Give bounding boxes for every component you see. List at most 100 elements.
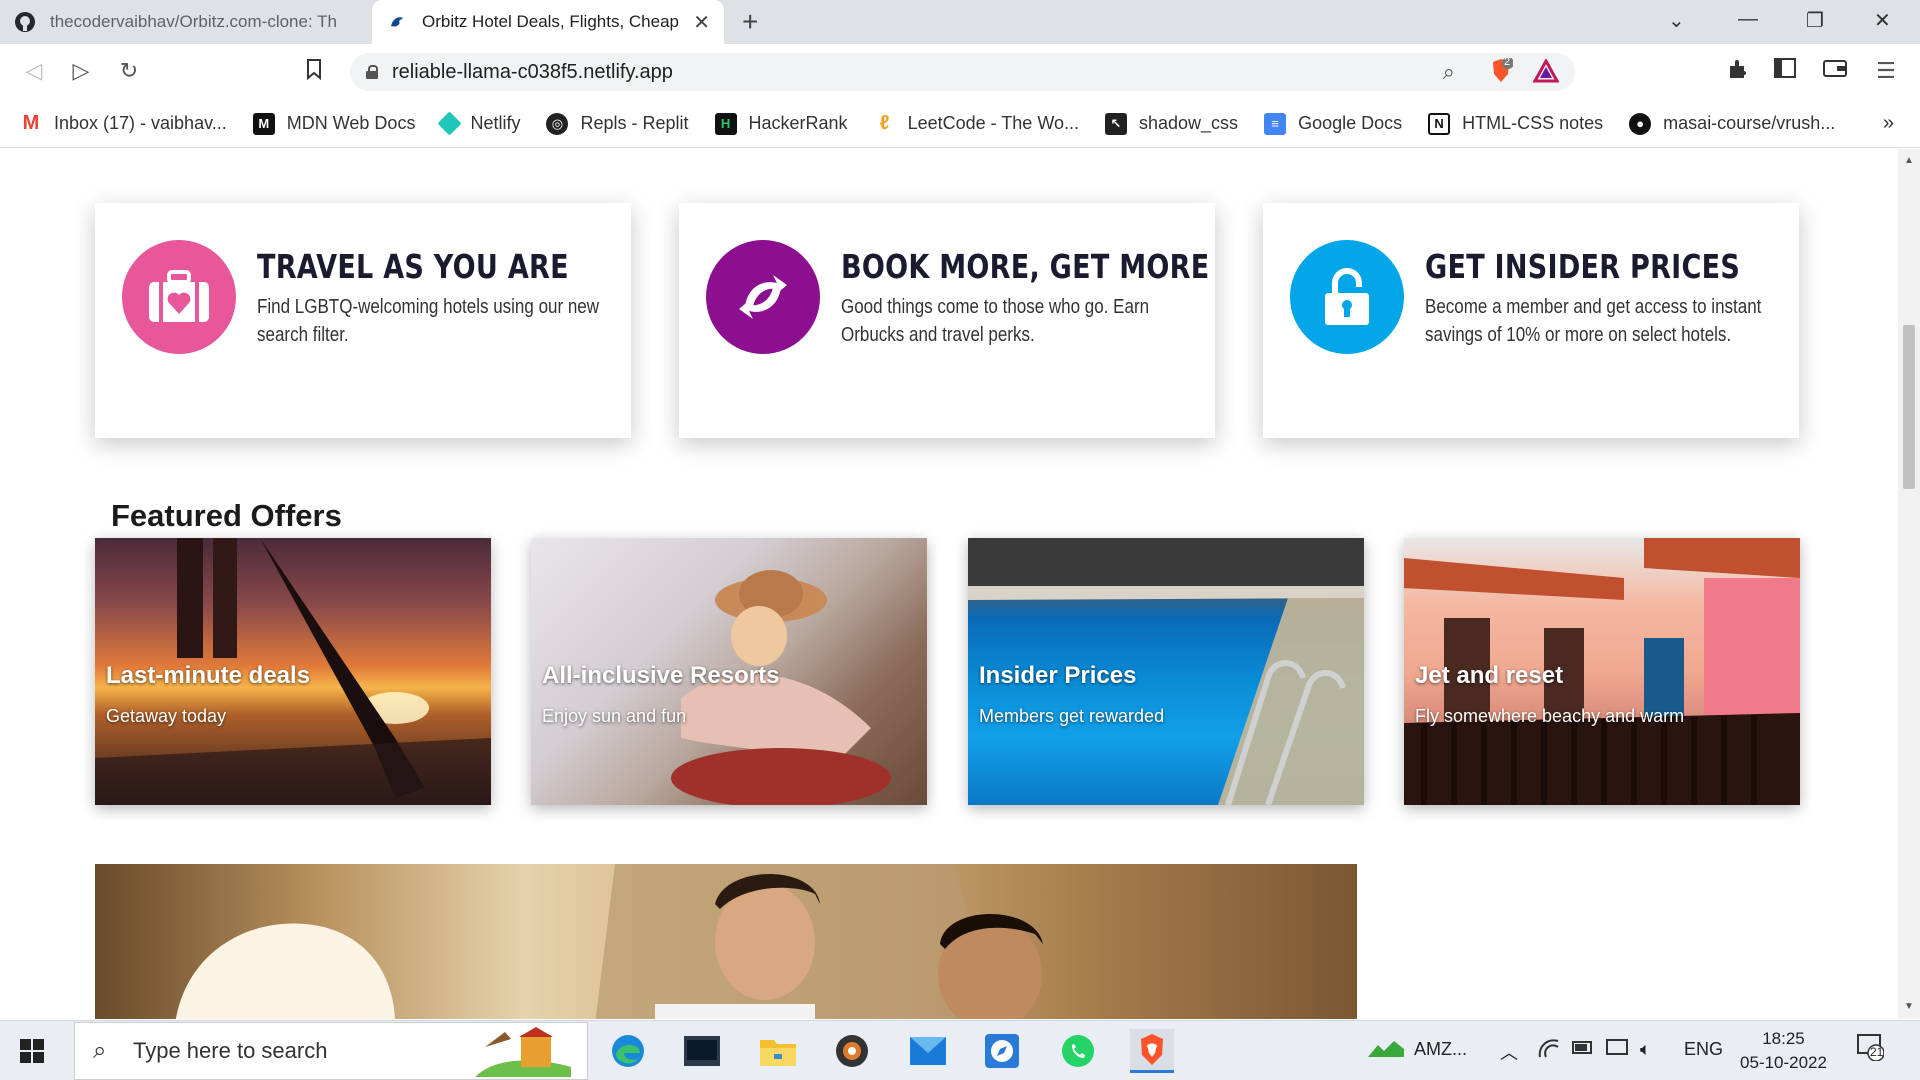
network-icon[interactable]	[1538, 1039, 1560, 1064]
suitcase-heart-icon	[149, 270, 209, 322]
scroll-up-arrow-icon[interactable]: ▲	[1904, 155, 1914, 166]
notifications-icon[interactable]: 21	[1856, 1033, 1885, 1066]
promo-card-orbucks[interactable]: BOOK MORE, GET MORE Good things come to …	[679, 203, 1215, 438]
bookmark-replit[interactable]: ◎ Repls - Replit	[546, 112, 689, 135]
scroll-down-arrow-icon[interactable]: ▼	[1904, 1001, 1914, 1012]
taskbar-search-input[interactable]: ⌕ Type here to search	[74, 1022, 588, 1080]
gmail-icon: M	[20, 112, 42, 135]
bookmark-mdn[interactable]: M MDN Web Docs	[252, 112, 415, 135]
promo-card-travel[interactable]: TRAVEL AS YOU ARE Find LGBTQ-welcoming h…	[95, 203, 631, 438]
offer-card-jet-reset[interactable]: Jet and reset Fly somewhere beachy and w…	[1404, 538, 1800, 805]
orbitz-icon	[386, 11, 408, 33]
browser-tab-strip: thecodervaibhav/Orbitz.com-clone: Th Orb…	[0, 0, 1920, 44]
new-tab-button[interactable]: +	[742, 8, 758, 36]
show-hidden-icons-icon[interactable]: ︿	[1500, 1039, 1518, 1065]
safari-like-icon[interactable]	[980, 1029, 1024, 1073]
promo-card-insider[interactable]: GET INSIDER PRICES Become a member and g…	[1263, 203, 1799, 438]
bookmark-github[interactable]: ● masai-course/vrush...	[1629, 112, 1836, 135]
offer-subtitle: Fly somewhere beachy and warm	[1415, 706, 1685, 726]
search-icon: ⌕	[93, 1037, 107, 1064]
bookmark-label: shadow_css	[1139, 113, 1239, 133]
extensions-icon[interactable]	[1724, 58, 1752, 86]
notion-icon: N	[1428, 112, 1451, 135]
media-player-icon[interactable]	[830, 1029, 874, 1073]
tray-app-label[interactable]: AMZ...	[1414, 1039, 1467, 1060]
whatsapp-icon[interactable]	[1056, 1029, 1100, 1073]
shield-badge: 2	[1504, 56, 1511, 68]
edge-icon[interactable]	[606, 1029, 650, 1073]
display-icon[interactable]	[1606, 1039, 1628, 1062]
search-placeholder: Type here to search	[133, 1038, 328, 1063]
leetcode-icon: ℓ	[873, 112, 896, 135]
offer-card-insider-prices[interactable]: Insider Prices Members get rewarded	[968, 538, 1364, 805]
brave-shields-icon[interactable]: 2	[1489, 56, 1514, 89]
forward-button[interactable]: ▷	[67, 58, 95, 84]
promo-title: BOOK MORE, GET MORE	[841, 247, 1210, 286]
brave-rewards-icon[interactable]	[1532, 57, 1560, 88]
windows-start-icon[interactable]	[20, 1039, 44, 1063]
menu-icon[interactable]: ☰	[1872, 58, 1900, 84]
bookmark-leetcode[interactable]: ℓ LeetCode - The Wo...	[873, 112, 1079, 135]
google-docs-icon: ≡	[1264, 112, 1287, 135]
bookmark-gmail[interactable]: M Inbox (17) - vaibhav...	[20, 112, 227, 135]
featured-offers-heading: Featured Offers	[111, 498, 342, 533]
offer-title: All-inclusive Resorts	[542, 662, 780, 689]
offer-card-all-inclusive[interactable]: All-inclusive Resorts Enjoy sun and fun	[531, 538, 927, 805]
file-explorer-icon[interactable]	[756, 1029, 800, 1073]
language-indicator[interactable]: ENG	[1684, 1039, 1723, 1060]
wallet-icon[interactable]	[1821, 58, 1849, 84]
bookmark-netlify[interactable]: Netlify	[437, 111, 520, 136]
mdn-icon: M	[252, 112, 275, 135]
tab-title: thecodervaibhav/Orbitz.com-clone: Th	[50, 12, 337, 31]
tab-github[interactable]: thecodervaibhav/Orbitz.com-clone: Th	[0, 0, 368, 44]
clock-time: 18:25	[1762, 1029, 1805, 1048]
tab-orbitz[interactable]: Orbitz Hotel Deals, Flights, Cheap ✕	[372, 0, 724, 44]
unlock-icon	[1325, 268, 1369, 325]
tab-title: Orbitz Hotel Deals, Flights, Cheap	[422, 12, 679, 31]
volume-icon[interactable]: 🔈︎	[1640, 1039, 1651, 1060]
offer-title: Last-minute deals	[106, 662, 311, 689]
offer-subtitle: Members get rewarded	[979, 706, 1165, 726]
promo-icon-circle	[122, 240, 236, 354]
brave-browser-icon[interactable]	[1130, 1029, 1174, 1073]
promo-title: GET INSIDER PRICES	[1425, 247, 1741, 286]
promo-icon-circle	[1290, 240, 1404, 354]
close-window-button[interactable]: ✕	[1874, 8, 1891, 33]
tab-search-icon[interactable]: ⌄	[1668, 8, 1685, 33]
restore-button[interactable]: ❐	[1806, 8, 1824, 33]
offer-subtitle: Getaway today	[106, 706, 227, 726]
bookmark-label: masai-course/vrush...	[1663, 113, 1836, 133]
amazon-tray-icon[interactable]	[1368, 1037, 1404, 1066]
bookmark-label: HTML-CSS notes	[1462, 113, 1604, 133]
back-button[interactable]: ◁	[20, 58, 48, 84]
offer-card-last-minute[interactable]: Last-minute deals Getaway today	[95, 538, 491, 805]
orbucks-swap-icon	[739, 275, 787, 319]
close-tab-icon[interactable]: ✕	[693, 10, 710, 35]
bookmark-label: Google Docs	[1298, 113, 1403, 133]
bookmark-shadow-css[interactable]: ↖ shadow_css	[1105, 112, 1239, 135]
github-icon	[14, 11, 36, 33]
scrollbar-thumb[interactable]	[1903, 325, 1915, 489]
battery-icon[interactable]	[1572, 1039, 1594, 1060]
bookmark-google-docs[interactable]: ≡ Google Docs	[1264, 112, 1403, 135]
notification-count: 21	[1870, 1045, 1884, 1059]
page-scrollbar[interactable]: ▲ ▼	[1898, 149, 1920, 1019]
minimize-button[interactable]: —	[1738, 8, 1758, 31]
promo-title: TRAVEL AS YOU ARE	[257, 247, 569, 286]
bookmark-notion[interactable]: N HTML-CSS notes	[1428, 112, 1604, 135]
promo-description: Become a member and get access to instan…	[1425, 296, 1762, 346]
system-clock[interactable]: 18:25 05-10-2022	[1740, 1027, 1827, 1075]
hero-banner-image	[95, 864, 1357, 1019]
bookmark-hackerrank[interactable]: H HackerRank	[714, 112, 848, 135]
page-content: TRAVEL AS YOU ARE Find LGBTQ-welcoming h…	[0, 149, 1898, 1019]
reload-button[interactable]: ↻	[115, 58, 143, 84]
lock-icon	[366, 65, 378, 79]
bookmarks-overflow-icon[interactable]: »	[1883, 112, 1894, 135]
mysql-workbench-icon[interactable]	[680, 1029, 724, 1073]
mail-icon[interactable]	[906, 1029, 950, 1073]
windows-taskbar: ⌕ Type here to search AMZ... ︿ 🔈︎ ENG 18…	[0, 1020, 1920, 1080]
zoom-icon[interactable]: ⌕	[1443, 59, 1455, 85]
sidebar-icon[interactable]	[1771, 58, 1799, 84]
address-bar[interactable]: reliable-llama-c038f5.netlify.app ⌕ 2	[350, 53, 1575, 91]
bookmark-icon[interactable]	[300, 58, 328, 86]
